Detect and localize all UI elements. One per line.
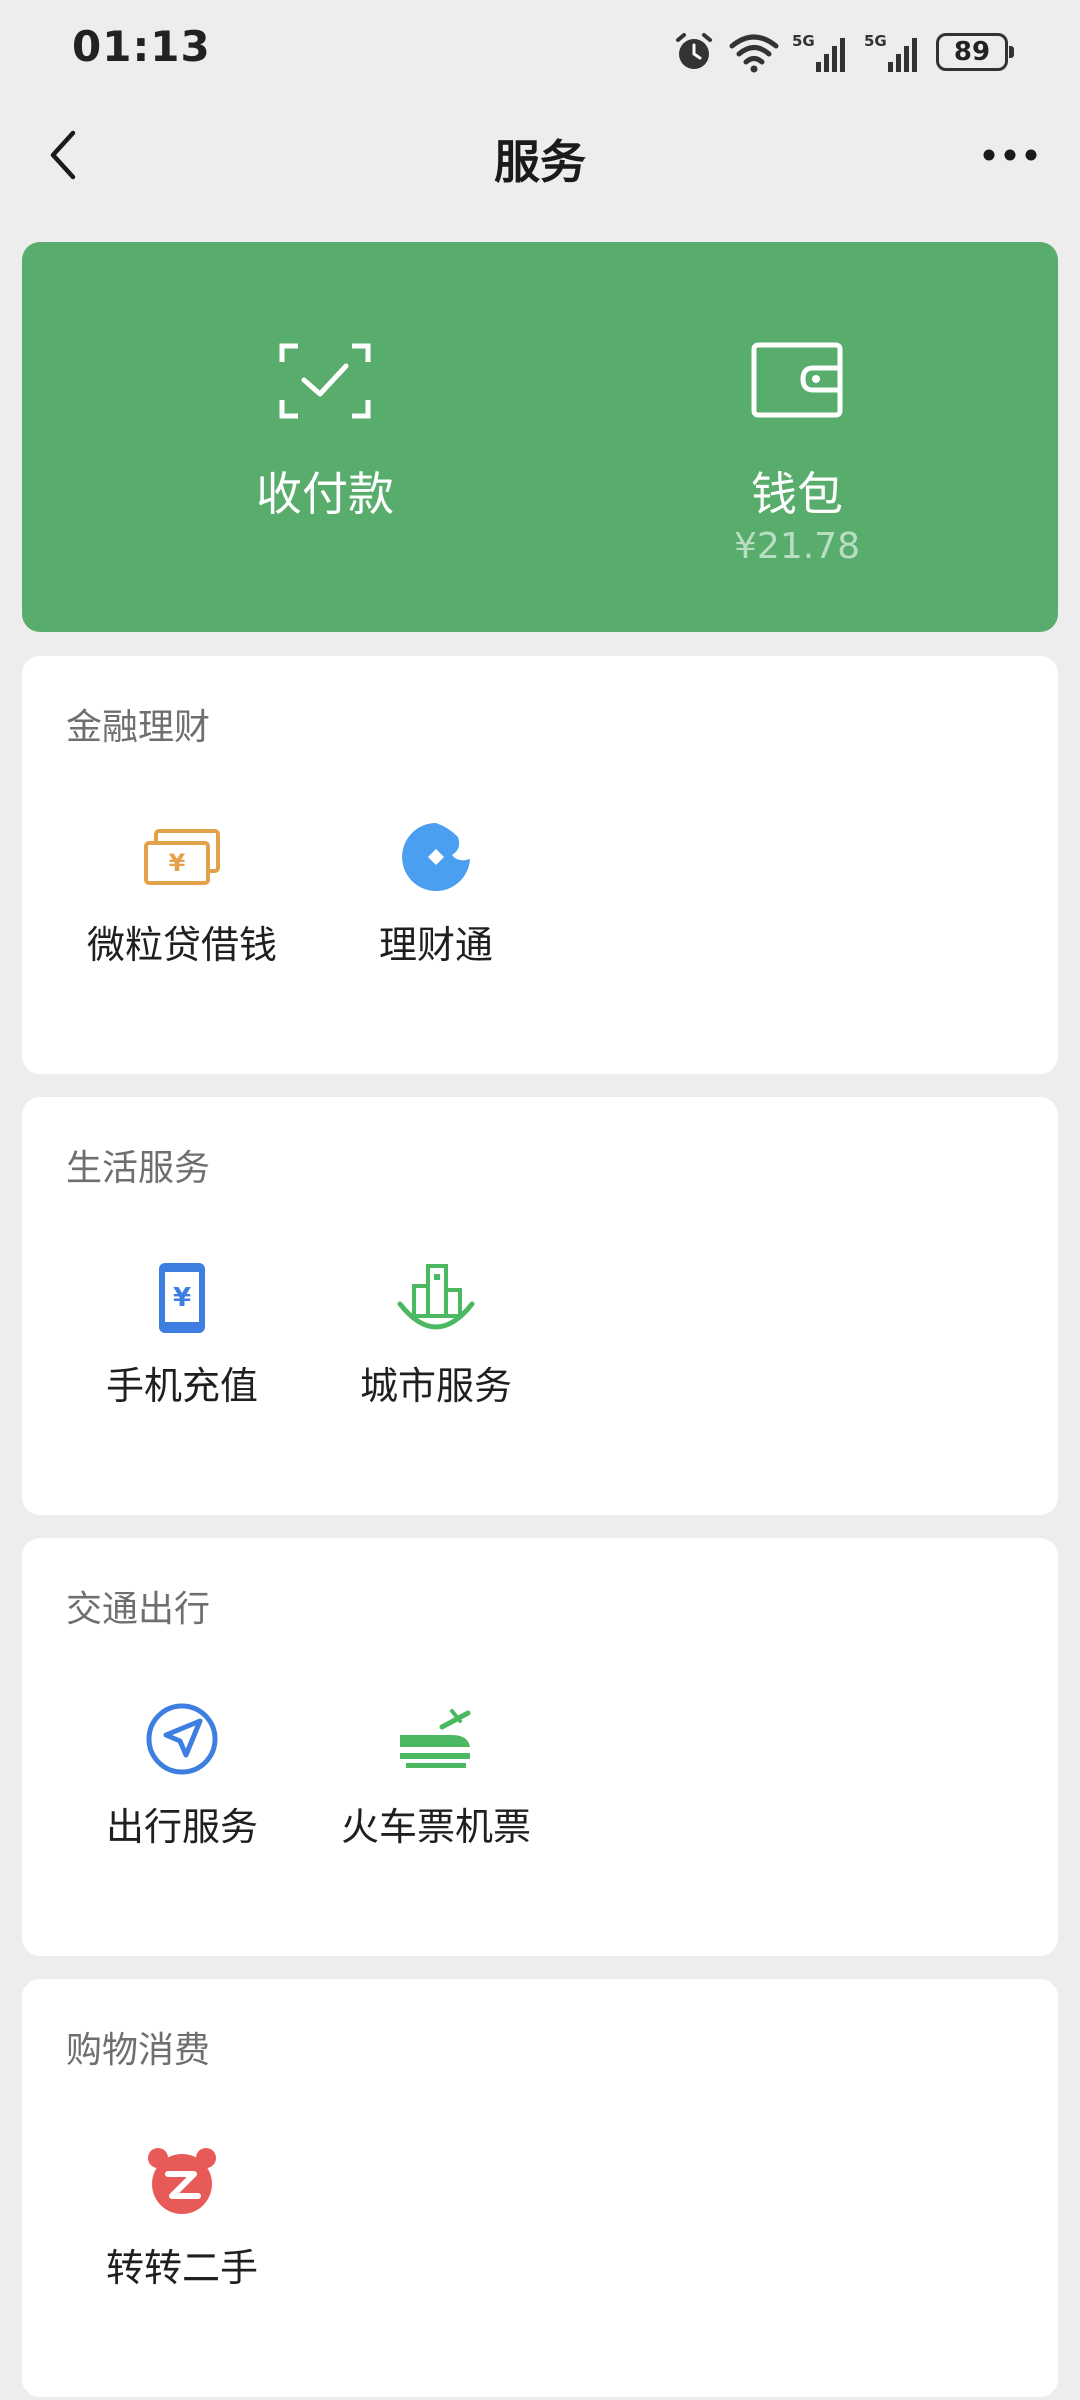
wallet-button[interactable]: 钱包 ¥21.78 — [562, 242, 1032, 632]
pay-receive-button[interactable]: 收付款 — [90, 242, 560, 632]
more-dots-icon — [983, 149, 1037, 161]
licaitong-icon — [395, 816, 477, 898]
zhuanzhuan-icon — [141, 2139, 223, 2221]
page-title: 服务 — [494, 135, 586, 189]
phone-recharge-button[interactable]: ¥ 手机充值 — [72, 1257, 292, 1417]
status-time: 01:13 — [72, 22, 211, 71]
licaitong-button[interactable]: 理财通 — [326, 816, 546, 976]
pay-receive-label: 收付款 — [256, 467, 394, 521]
signal-5g-label: 5G — [864, 32, 887, 50]
wallet-label: 钱包 — [751, 467, 843, 521]
service-label: 理财通 — [378, 923, 493, 967]
service-label: 出行服务 — [105, 1805, 258, 1849]
alarm-icon — [676, 33, 712, 69]
section-transportation: 交通出行 出行服务 火车票机票 — [22, 1538, 1058, 1956]
wallet-balance: ¥21.78 — [734, 526, 860, 567]
weilidai-loan-button[interactable]: ¥ 微粒贷借钱 — [72, 816, 292, 976]
service-label: 火车票机票 — [340, 1805, 531, 1849]
train-flight-tickets-button[interactable]: 火车票机票 — [326, 1698, 546, 1858]
battery-icon: 89 — [936, 33, 1014, 71]
city-services-button[interactable]: 城市服务 — [326, 1257, 546, 1417]
navigation-arrow-icon — [141, 1698, 223, 1780]
battery-level: 89 — [953, 37, 991, 67]
more-button[interactable] — [970, 122, 1050, 188]
wallet-card: 收付款 钱包 ¥21.78 — [22, 242, 1058, 632]
service-label: 微粒贷借钱 — [86, 923, 277, 967]
service-label: 转转二手 — [105, 2246, 258, 2290]
scan-check-icon — [278, 342, 372, 424]
status-bar: 01:13 5G 5G 89 — [0, 0, 1080, 100]
section-finance: 金融理财 ¥ 微粒贷借钱 理财通 — [22, 656, 1058, 1074]
svg-text:¥: ¥ — [169, 849, 186, 877]
phone-recharge-icon: ¥ — [141, 1257, 223, 1339]
train-plane-icon — [395, 1698, 477, 1780]
money-bill-icon: ¥ — [141, 816, 223, 898]
section-shopping: 购物消费 转转二手 — [22, 1979, 1058, 2397]
city-buildings-icon — [395, 1257, 477, 1339]
signal-5g-label: 5G — [792, 32, 815, 50]
section-title: 金融理财 — [66, 707, 211, 748]
service-label: 城市服务 — [359, 1364, 512, 1408]
nav-bar: 服务 — [0, 100, 1080, 210]
signal-5g-icon: 5G — [864, 32, 917, 72]
svg-text:¥: ¥ — [173, 1283, 191, 1313]
service-label: 手机充值 — [105, 1364, 258, 1408]
signal-5g-icon: 5G — [792, 32, 845, 72]
section-title: 交通出行 — [66, 1589, 211, 1630]
zhuanzhuan-button[interactable]: 转转二手 — [72, 2139, 292, 2299]
wifi-icon — [729, 34, 779, 73]
section-title: 生活服务 — [66, 1148, 211, 1189]
section-life-services: 生活服务 ¥ 手机充值 城市服务 — [22, 1097, 1058, 1515]
wallet-icon — [751, 342, 843, 422]
travel-services-button[interactable]: 出行服务 — [72, 1698, 292, 1858]
section-title: 购物消费 — [66, 2030, 211, 2071]
status-icons: 5G 5G 89 — [672, 24, 1014, 80]
